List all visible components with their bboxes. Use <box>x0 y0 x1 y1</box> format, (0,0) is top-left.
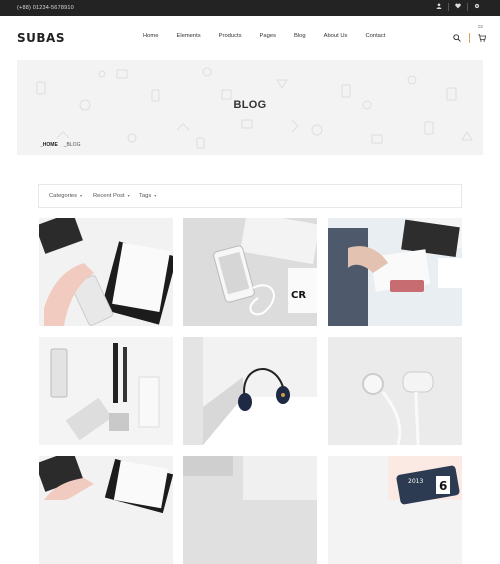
breadcrumb: _HOME _BLOG <box>40 142 80 148</box>
page-title: BLOG <box>233 99 267 111</box>
blog-post-image[interactable] <box>183 337 317 445</box>
nav-pages[interactable]: Pages <box>260 33 276 39</box>
blog-post-image[interactable] <box>39 337 173 445</box>
top-bar: (+88) 01234-5678910 <box>0 0 500 16</box>
search-icon[interactable] <box>453 29 461 47</box>
blog-post-image[interactable] <box>183 456 317 564</box>
settings-icon[interactable] <box>468 3 486 11</box>
nav-home[interactable]: Home <box>143 33 158 39</box>
phone-number: (+88) 01234-5678910 <box>17 5 74 11</box>
site-logo[interactable]: SUBAS <box>17 31 65 45</box>
filter-tags[interactable]: Tags ▾ <box>139 193 156 199</box>
heart-icon[interactable] <box>449 3 467 11</box>
chevron-down-icon: ▾ <box>154 193 157 198</box>
main-header: SUBAS Home Elements Products Pages Blog … <box>0 16 500 60</box>
chevron-down-icon: ▾ <box>127 193 130 198</box>
cart-button[interactable]: 02 <box>478 24 487 47</box>
top-bar-icons <box>430 3 486 11</box>
cart-count: 02 <box>478 24 484 29</box>
nav-products[interactable]: Products <box>219 33 242 39</box>
page-banner: BLOG _HOME _BLOG <box>17 60 483 155</box>
user-icon[interactable] <box>430 3 448 11</box>
svg-text:CR: CR <box>291 290 306 301</box>
filter-recent-post[interactable]: Recent Post ▾ <box>93 193 130 199</box>
cart-icon <box>478 34 487 42</box>
header-icons: 02 <box>453 24 487 47</box>
nav-contact[interactable]: Contact <box>365 33 385 39</box>
blog-post-image[interactable]: CR <box>183 218 317 326</box>
svg-text:2013: 2013 <box>408 478 423 485</box>
main-nav: Home Elements Products Pages Blog About … <box>143 33 385 39</box>
filter-tags-label: Tags <box>139 193 152 199</box>
filter-categories[interactable]: Categories ▾ <box>49 193 82 199</box>
svg-text:6: 6 <box>439 479 447 493</box>
divider <box>469 33 470 43</box>
filter-recent-post-label: Recent Post <box>93 193 125 199</box>
blog-post-image[interactable]: 2013 6 <box>328 456 462 564</box>
blog-filter-bar: Categories ▾ Recent Post ▾ Tags ▾ <box>38 184 462 208</box>
nav-about-us[interactable]: About Us <box>324 33 348 39</box>
blog-post-image[interactable] <box>328 337 462 445</box>
blog-post-image[interactable] <box>39 456 173 564</box>
breadcrumb-home[interactable]: _HOME <box>40 142 58 148</box>
chevron-down-icon: ▾ <box>80 193 83 198</box>
filter-categories-label: Categories <box>49 193 78 199</box>
breadcrumb-current: _BLOG <box>63 142 81 148</box>
nav-elements[interactable]: Elements <box>176 33 200 39</box>
blog-post-image[interactable] <box>39 218 173 326</box>
blog-post-image[interactable] <box>328 218 462 326</box>
nav-blog[interactable]: Blog <box>294 33 306 39</box>
